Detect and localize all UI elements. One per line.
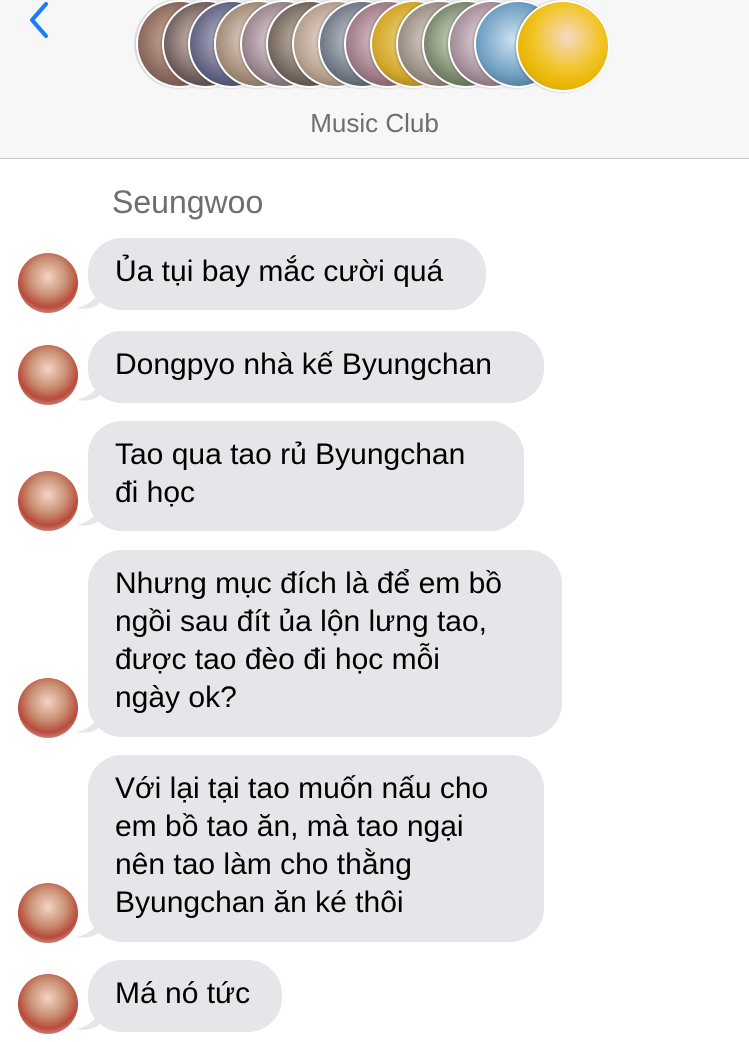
sender-name: Seungwoo [112,184,264,220]
message-row: Với lại tại tao muốn nấu cho em bồ tao ă… [0,755,749,945]
message-bubble[interactable]: Tao qua tao rủ Byungchan đi học [88,421,524,531]
avatar [18,471,78,531]
message-bubble[interactable]: Nhưng mục đích là để em bồ ngồi sau đít … [88,550,562,737]
chevron-left-icon [30,2,48,38]
conversation-header: Music Club [0,0,749,159]
group-member-avatar [516,0,610,92]
message-bubble[interactable]: Với lại tại tao muốn nấu cho em bồ tao ă… [88,755,544,942]
avatar [18,345,78,405]
group-name[interactable]: Music Club [0,108,749,139]
avatar [18,253,78,313]
message-row: Ủa tụi bay mắc cười quá [0,238,749,316]
avatar [18,883,78,943]
group-avatar-stack[interactable] [136,0,616,92]
message-row: Má nó tức [0,960,749,1038]
message-bubble[interactable]: Dongpyo nhà kế Byungchan [88,331,544,403]
message-row: Nhưng mục đích là để em bồ ngồi sau đít … [0,550,749,740]
avatar [18,678,78,738]
back-button[interactable] [24,0,54,40]
message-bubble[interactable]: Ủa tụi bay mắc cười quá [88,238,486,310]
message-row: Dongpyo nhà kế Byungchan [0,331,749,409]
message-bubble[interactable]: Má nó tức [88,960,282,1032]
avatar [18,974,78,1034]
message-row: Tao qua tao rủ Byungchan đi học [0,421,749,533]
